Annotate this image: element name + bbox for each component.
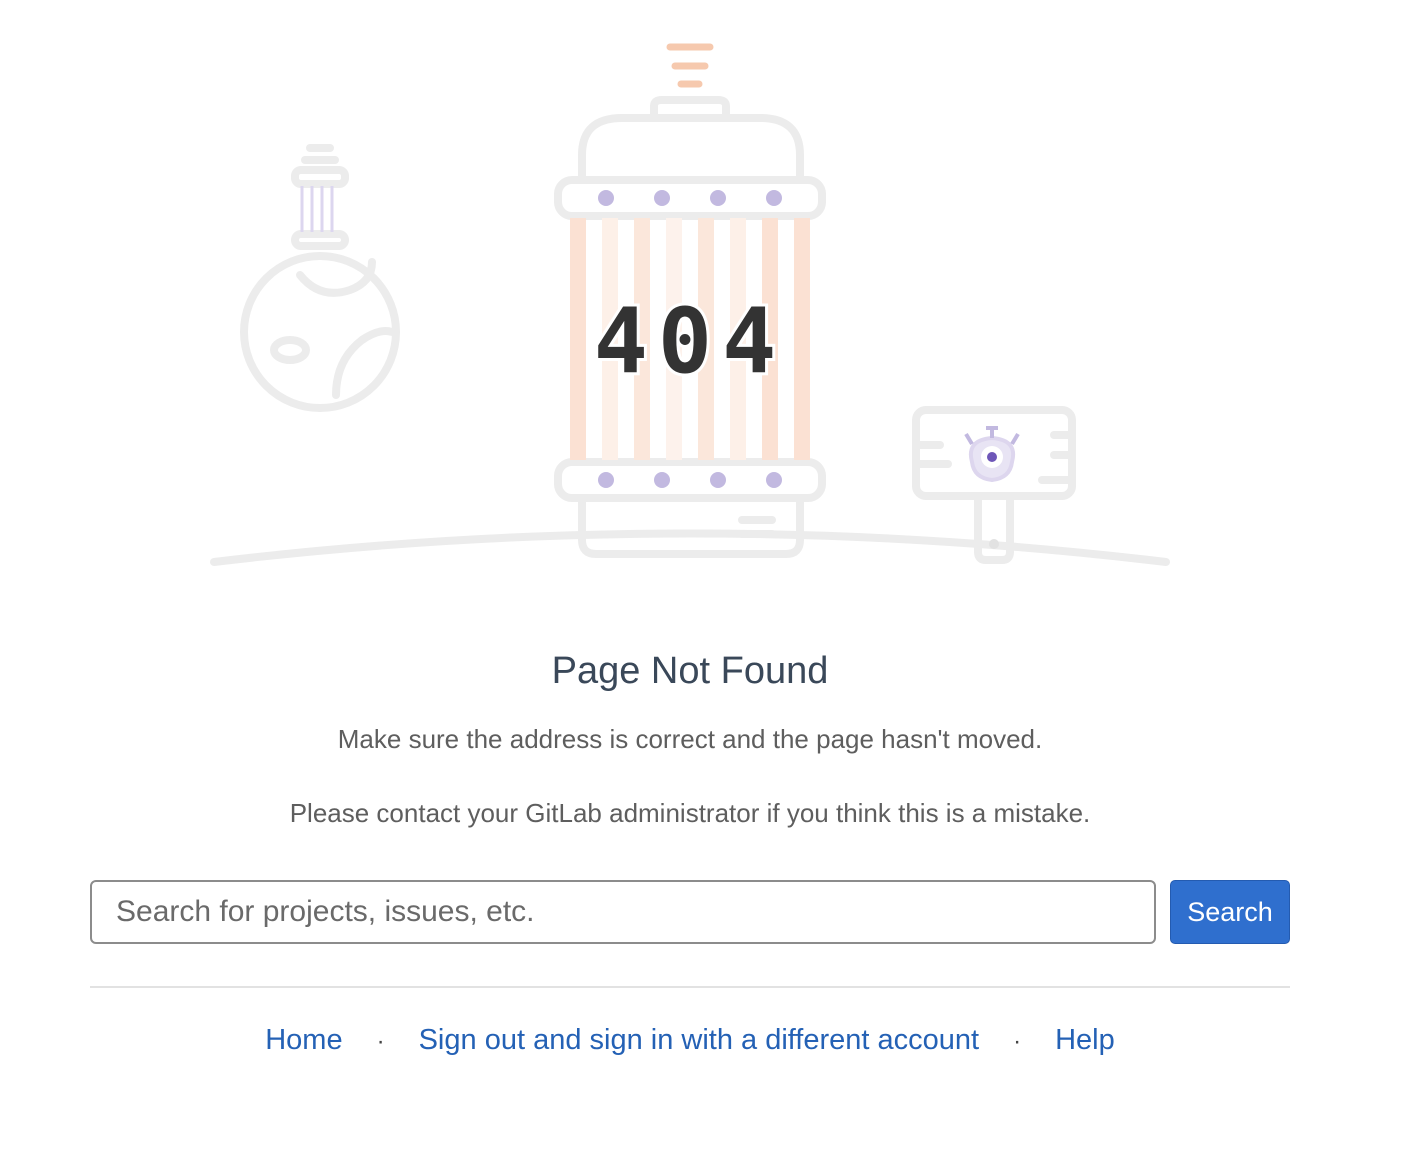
bot-icon [964,426,1020,483]
sign-out-link[interactable]: Sign out and sign in with a different ac… [419,1024,980,1056]
divider [90,986,1290,988]
separator-dot: · [376,1028,385,1055]
signal-icon [666,43,714,88]
search-form: Search [90,880,1290,944]
error-page: 404 Page Not Found Make sure the address… [0,0,1420,1168]
page-title: Page Not Found [551,650,829,692]
contact-admin-message: Please contact your GitLab administrator… [289,798,1091,828]
404-illustration: 404 [210,43,1170,566]
small-tower-stripes [300,186,334,232]
separator-dot: · [1013,1028,1022,1055]
help-link[interactable]: Help [1055,1024,1115,1056]
planet-icon [240,252,400,412]
error-message: Make sure the address is correct and the… [337,724,1043,754]
search-button[interactable]: Search [1170,880,1290,944]
search-input[interactable] [90,880,1156,944]
home-link[interactable]: Home [265,1024,342,1056]
error-code: 404 [594,289,787,394]
footer-nav: Home · Sign out and sign in with a differe… [0,1024,1380,1057]
